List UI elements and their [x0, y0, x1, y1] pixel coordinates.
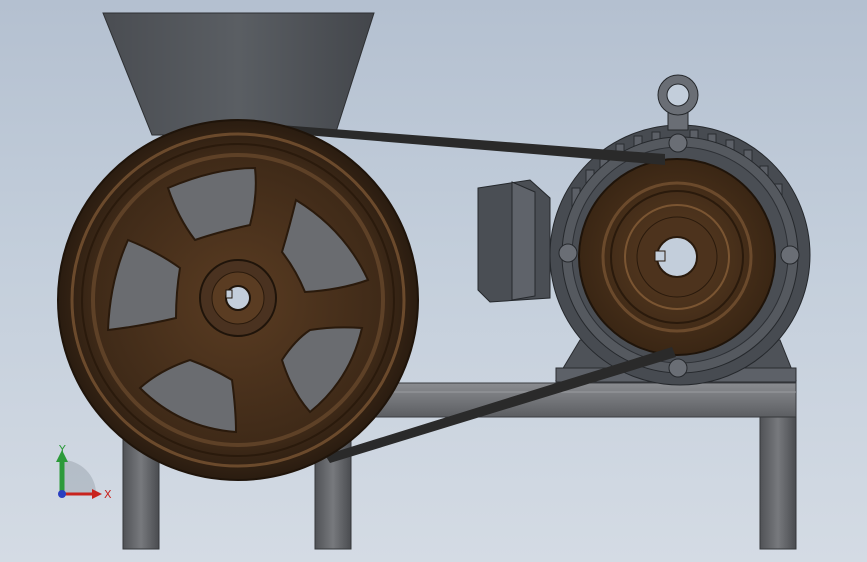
motor-bolt: [780, 245, 800, 265]
motor-bolt: [558, 243, 578, 263]
lifting-eye-bolt: [657, 74, 699, 131]
coordinate-triad: Y X: [48, 438, 118, 508]
z-axis-dot: [58, 490, 66, 498]
frame-leg-right: [759, 416, 797, 550]
motor-pulley: [578, 158, 776, 356]
graphics-viewport[interactable]: Y X: [0, 0, 867, 562]
motor-terminal-box: [477, 179, 551, 303]
cad-model-view: [57, 12, 811, 550]
electric-motor: [477, 74, 811, 386]
motor-bolt: [668, 133, 688, 153]
motor-bolt: [668, 358, 688, 378]
flywheel-pulley: [57, 119, 419, 481]
x-axis-label: X: [104, 488, 112, 501]
y-axis-label: Y: [58, 443, 66, 456]
